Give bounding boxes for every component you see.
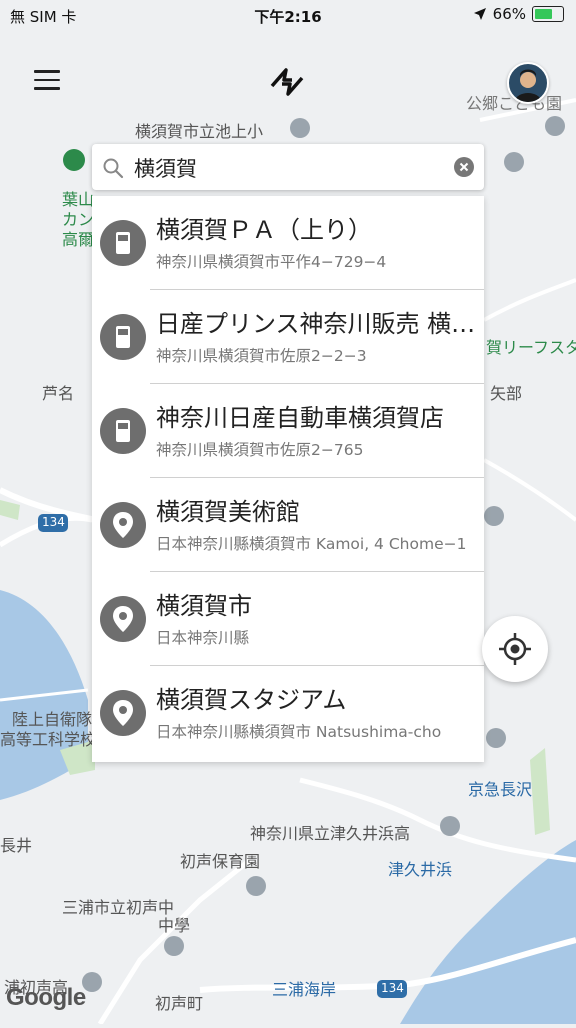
location-pin-glyph [113,700,133,726]
location-arrow-icon [473,8,486,20]
result-row[interactable]: 横須賀美術館 日本神奈川縣横須賀市 Kamoi, 4 Chome−1 [92,478,484,572]
hamburger-icon[interactable] [34,70,60,90]
avatar-portrait [514,69,542,102]
gas-station-icon [100,314,146,360]
map-label-tsukuihama-station: 津久井浜 [388,860,453,879]
map-label-nagai: 長井 [0,836,33,855]
location-pin-glyph [113,512,133,538]
result-row[interactable]: 横須賀ＰＡ（上り） 神奈川県横須賀市平作4−729−4 [92,196,484,290]
clear-icon[interactable] [454,157,474,177]
location-pin-icon [100,596,146,642]
my-location-button[interactable] [482,616,548,682]
status-bar: 無 SIM 卡 下午2:16 66% [0,0,576,32]
result-row[interactable]: 横須賀スタジアム 日本神奈川縣横須賀市 Natsushima-cho [92,666,484,760]
result-subtitle: 日本神奈川縣横須賀市 Kamoi, 4 Chome−1 [156,535,467,553]
google-logo: Google [6,984,86,1011]
map-label-hayama-3: 高爾 [62,230,95,249]
result-subtitle: 神奈川県横須賀市平作4−729−4 [156,253,387,271]
gas-station-glyph [116,232,130,254]
search-icon [103,158,124,179]
result-subtitle: 神奈川県横須賀市佐原2−765 [156,441,364,459]
map-label-jgsdf-school: 高等工科学校 [0,730,97,749]
map-label-tsukuihama-hs: 神奈川県立津久井浜高 [250,824,411,843]
battery-fill [535,9,552,19]
my-location-icon [499,633,531,665]
result-subtitle: 神奈川県横須賀市佐原2−2−3 [156,347,367,365]
location-pin-icon [100,502,146,548]
location-pin-glyph [113,606,133,632]
map-label-yabe: 矢部 [490,384,523,403]
lightning-logo-icon [270,68,304,96]
result-row[interactable]: 横須賀市 日本神奈川縣 [92,572,484,666]
route-134-shield: 134 [42,515,65,529]
result-title: 横須賀美術館 [156,498,300,526]
map-label-hatsukoe-town: 初声町 [155,994,204,1013]
map-label-keikyu-nagasawa: 京急長沢 [468,780,533,799]
result-row[interactable]: 神奈川日産自動車横須賀店 神奈川県横須賀市佐原2−765 [92,384,484,478]
result-title: 横須賀ＰＡ（上り） [156,216,372,244]
result-row[interactable]: 日産プリンス神奈川販売 横須賀店 神奈川県横須賀市佐原2−2−3 [92,290,484,384]
route-134-shield-2: 134 [381,981,404,995]
user-avatar[interactable] [507,62,549,104]
result-subtitle: 日本神奈川縣横須賀市 Natsushima-cho [156,723,442,741]
clear-x-glyph [459,162,469,172]
result-title: 日産プリンス神奈川販売 横須賀店 [156,310,480,338]
battery-percent: 66% [492,5,526,23]
gas-station-glyph [116,326,130,348]
map-label-nursery: 初声保育園 [180,852,261,871]
map-label-school: 横須賀市立池上小 [135,122,264,141]
gas-station-icon [100,220,146,266]
location-pin-icon [100,690,146,736]
result-title: 横須賀スタジアム [156,686,347,714]
map-label-reef: 賀リーフスタ [486,338,576,357]
map-label-miura-kaigan: 三浦海岸 [272,980,337,999]
search-bar[interactable] [92,144,484,190]
result-title: 神奈川日産自動車横須賀店 [156,404,444,432]
status-right: 66% [473,5,564,23]
battery-icon [532,6,564,22]
search-input[interactable] [132,152,436,184]
gas-station-glyph [116,420,130,442]
result-title: 横須賀市 [156,592,252,620]
map-label-junior-high-2: 中學 [158,916,191,935]
result-subtitle: 日本神奈川縣 [156,629,250,647]
map-label-ashina: 芦名 [42,384,75,403]
gas-station-icon [100,408,146,454]
search-results-list: 横須賀ＰＡ（上り） 神奈川県横須賀市平作4−729−4 日産プリンス神奈川販売 … [92,196,484,762]
